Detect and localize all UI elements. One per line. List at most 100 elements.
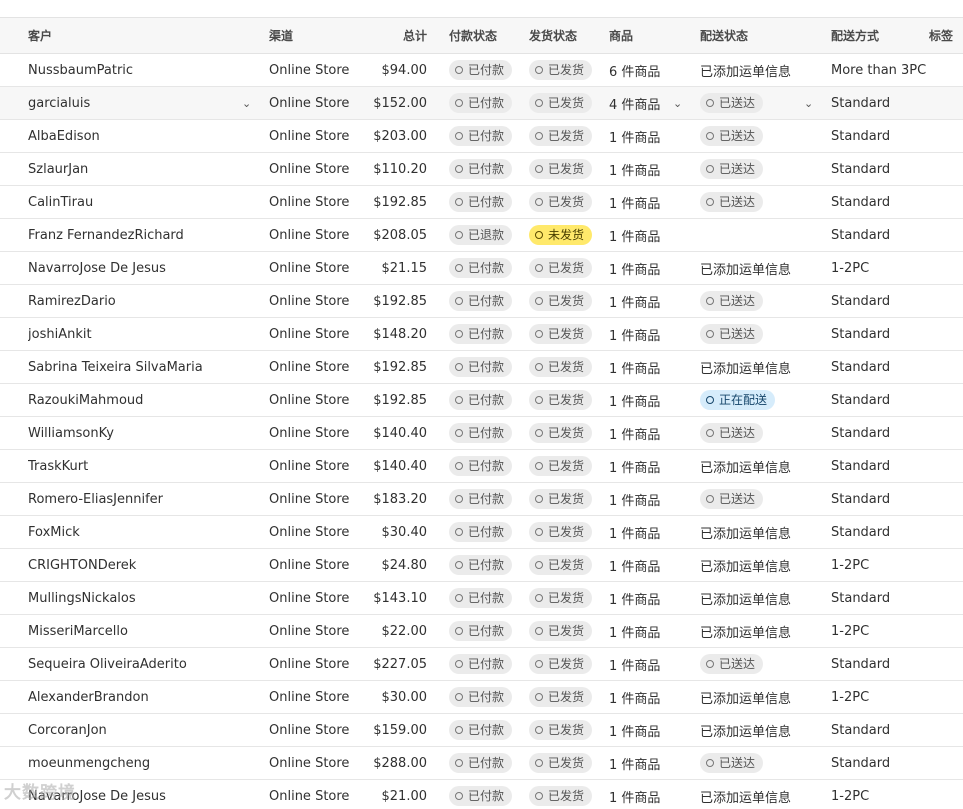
customer-name[interactable]: CalinTirau bbox=[28, 186, 258, 218]
tags-cell bbox=[929, 780, 963, 809]
customer-name[interactable]: RazoukiMahmoud bbox=[28, 384, 258, 416]
items-count[interactable]: 1 件商品 bbox=[609, 186, 689, 218]
items-count[interactable]: 1 件商品 bbox=[609, 549, 689, 581]
items-count[interactable]: 1 件商品 bbox=[609, 285, 689, 317]
customer-name[interactable]: AlexanderBrandon bbox=[28, 681, 258, 713]
customer-name[interactable]: garcialuis bbox=[28, 87, 258, 119]
customer-dropdown-chevron-down-icon[interactable]: ⌄ bbox=[242, 87, 251, 119]
table-row[interactable]: CRIGHTONDerek Online Store $24.80 已付款 已发货 1 件… bbox=[0, 549, 963, 582]
table-row[interactable]: SzlaurJan Online Store $110.20 已付款 已发货 1 件商品 已… bbox=[0, 153, 963, 186]
customer-name[interactable]: Romero-EliasJennifer bbox=[28, 483, 258, 515]
table-row[interactable]: FoxMick Online Store $30.40 已付款 已发货 1 件商品 已添加运… bbox=[0, 516, 963, 549]
items-count[interactable]: 1 件商品 bbox=[609, 384, 689, 416]
sales-channel: Online Store bbox=[269, 755, 350, 771]
table-row[interactable]: garcialuis Online Store $152.00 已付款 已发货 4 件商品… bbox=[0, 87, 963, 120]
sales-channel: Online Store bbox=[269, 227, 350, 243]
table-row[interactable]: WilliamsonKy Online Store $140.40 已付款 已发货 1 件… bbox=[0, 417, 963, 450]
items-count[interactable]: 1 件商品 bbox=[609, 153, 689, 185]
customer-name[interactable]: CorcoranJon bbox=[28, 714, 258, 746]
fulfillment-status-cell: 已发货 bbox=[529, 252, 605, 284]
delivery-dropdown-chevron-down-icon[interactable]: ⌄ bbox=[804, 87, 813, 119]
table-row[interactable]: MullingsNickalos Online Store $143.10 已付款 已发… bbox=[0, 582, 963, 615]
items-count[interactable]: 1 件商品 bbox=[609, 252, 689, 284]
items-count[interactable]: 6 件商品 bbox=[609, 54, 689, 86]
customer-name[interactable]: NavarroJose De Jesus bbox=[28, 252, 258, 284]
order-total: $140.40 bbox=[373, 425, 427, 441]
fulfillment-status-badge: 已发货 bbox=[529, 621, 593, 641]
items-count[interactable]: 1 件商品 bbox=[609, 318, 689, 350]
table-row[interactable]: moeunmengcheng Online Store $288.00 已付款 已发货 1… bbox=[0, 747, 963, 780]
column-header-channel[interactable]: 渠道 bbox=[269, 18, 364, 53]
items-count[interactable]: 1 件商品 bbox=[609, 450, 689, 482]
column-header-fulfillment-status[interactable]: 发货状态 bbox=[529, 18, 605, 53]
items-count[interactable]: 1 件商品 bbox=[609, 648, 689, 680]
customer-name[interactable]: TraskKurt bbox=[28, 450, 258, 482]
items-count[interactable]: 1 件商品 bbox=[609, 351, 689, 383]
table-row[interactable]: RamirezDario Online Store $192.85 已付款 已发货 1 件… bbox=[0, 285, 963, 318]
table-row[interactable]: CalinTirau Online Store $192.85 已付款 已发货 1 件商品… bbox=[0, 186, 963, 219]
table-row[interactable]: CorcoranJon Online Store $159.00 已付款 已发货 1 件商… bbox=[0, 714, 963, 747]
items-count[interactable]: 1 件商品 bbox=[609, 714, 689, 746]
table-row[interactable]: NavarroJose De Jesus Online Store $21.00 已付… bbox=[0, 780, 963, 809]
customer-name[interactable]: SzlaurJan bbox=[28, 153, 258, 185]
customer-name[interactable]: Franz FernandezRichard bbox=[28, 219, 258, 251]
customer-name[interactable]: WilliamsonKy bbox=[28, 417, 258, 449]
customer-name[interactable]: CRIGHTONDerek bbox=[28, 549, 258, 581]
column-header-tags[interactable]: 标签 bbox=[929, 18, 963, 53]
table-row[interactable]: NussbaumPatric Online Store $94.00 已付款 已发货 6 … bbox=[0, 54, 963, 87]
fulfillment-status-badge-label: 已发货 bbox=[548, 96, 585, 110]
customer-name[interactable]: Sequeira OliveiraAderito bbox=[28, 648, 258, 680]
customer-name[interactable]: moeunmengcheng bbox=[28, 747, 258, 779]
customer-name[interactable]: NussbaumPatric bbox=[28, 54, 258, 86]
table-row[interactable]: MisseriMarcello Online Store $22.00 已付款 已发货 1… bbox=[0, 615, 963, 648]
customer-name[interactable]: RamirezDario bbox=[28, 285, 258, 317]
table-row[interactable]: AlbaEdison Online Store $203.00 已付款 已发货 1 件商品… bbox=[0, 120, 963, 153]
status-dot-icon bbox=[455, 660, 463, 668]
customer-name[interactable]: MullingsNickalos bbox=[28, 582, 258, 614]
table-row[interactable]: AlexanderBrandon Online Store $30.00 已付款 已发货… bbox=[0, 681, 963, 714]
table-row[interactable]: joshiAnkit Online Store $148.20 已付款 已发货 1 件商品… bbox=[0, 318, 963, 351]
items-count[interactable]: 1 件商品 bbox=[609, 516, 689, 548]
column-header-delivery-status[interactable]: 配送状态 bbox=[700, 18, 825, 53]
column-header-customer[interactable]: 客户 bbox=[28, 18, 258, 53]
table-row[interactable]: Sequeira OliveiraAderito Online Store $227… bbox=[0, 648, 963, 681]
table-row[interactable]: TraskKurt Online Store $140.40 已付款 已发货 1 件商品已… bbox=[0, 450, 963, 483]
items-count[interactable]: 1 件商品 bbox=[609, 780, 689, 809]
items-count[interactable]: 1 件商品 bbox=[609, 483, 689, 515]
order-total: $192.85 bbox=[373, 293, 427, 309]
fulfillment-status-cell: 已发货 bbox=[529, 186, 605, 218]
column-header-items[interactable]: 商品 bbox=[609, 18, 689, 53]
table-row[interactable]: Romero-EliasJennifer Online Store $183.20 已… bbox=[0, 483, 963, 516]
fulfillment-status-badge-label: 已发货 bbox=[548, 261, 585, 275]
items-count[interactable]: 1 件商品 bbox=[609, 120, 689, 152]
items-count[interactable]: 1 件商品 bbox=[609, 681, 689, 713]
items-count[interactable]: 1 件商品 bbox=[609, 417, 689, 449]
payment-status-cell: 已付款 bbox=[449, 351, 527, 383]
table-row[interactable]: RazoukiMahmoud Online Store $192.85 已付款 已发货 1… bbox=[0, 384, 963, 417]
fulfillment-status-cell: 已发货 bbox=[529, 582, 605, 614]
fulfillment-status-badge: 已发货 bbox=[529, 588, 593, 608]
tags-cell bbox=[929, 252, 963, 284]
column-header-delivery-method[interactable]: 配送方式 bbox=[831, 18, 929, 53]
table-row[interactable]: NavarroJose De Jesus Online Store $21.15 已付… bbox=[0, 252, 963, 285]
watermark: 大数跨境 bbox=[4, 783, 76, 803]
column-header-payment-status[interactable]: 付款状态 bbox=[449, 18, 527, 53]
customer-name[interactable]: FoxMick bbox=[28, 516, 258, 548]
customer-name[interactable]: joshiAnkit bbox=[28, 318, 258, 350]
delivery-method: 1-2PC bbox=[831, 623, 870, 639]
items-count[interactable]: 1 件商品 bbox=[609, 219, 689, 251]
fulfillment-status-badge-label: 已发货 bbox=[548, 459, 585, 473]
customer-name[interactable]: Sabrina Teixeira SilvaMaria bbox=[28, 351, 258, 383]
items-dropdown-chevron-down-icon[interactable]: ⌄ bbox=[673, 87, 682, 119]
status-dot-icon bbox=[535, 363, 543, 371]
table-row[interactable]: Franz FernandezRichard Online Store $208.0… bbox=[0, 219, 963, 252]
customer-name[interactable]: AlbaEdison bbox=[28, 120, 258, 152]
items-count[interactable]: 1 件商品 bbox=[609, 582, 689, 614]
table-row[interactable]: Sabrina Teixeira SilvaMaria Online Store $… bbox=[0, 351, 963, 384]
fulfillment-status-badge: 已发货 bbox=[529, 720, 593, 740]
delivery-status-cell: 已添加运单信息 bbox=[700, 549, 825, 581]
items-count[interactable]: 1 件商品 bbox=[609, 747, 689, 779]
items-count[interactable]: 1 件商品 bbox=[609, 615, 689, 647]
column-header-total[interactable]: 总计 bbox=[364, 18, 427, 53]
customer-name[interactable]: MisseriMarcello bbox=[28, 615, 258, 647]
